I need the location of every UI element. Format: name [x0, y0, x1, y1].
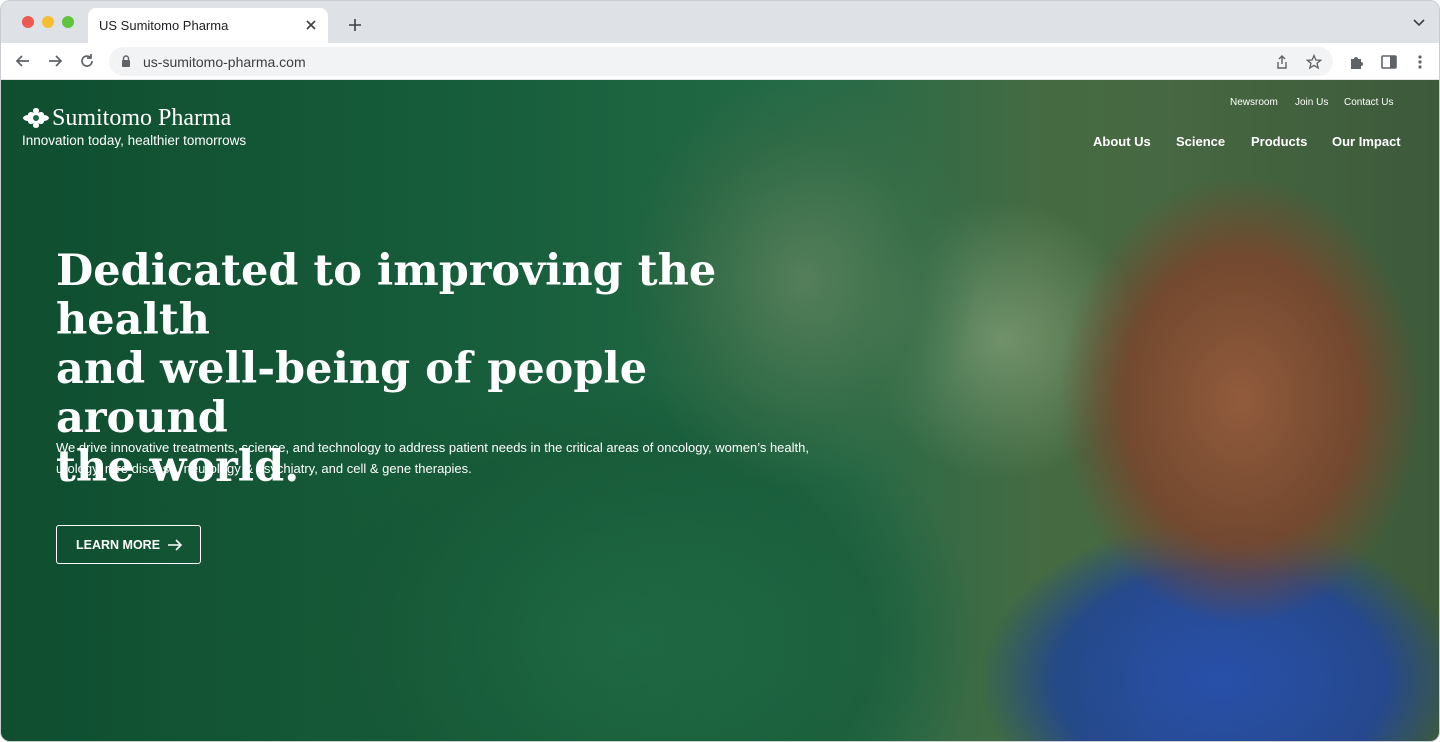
side-panel-icon[interactable]: [1380, 53, 1398, 71]
share-icon[interactable]: [1274, 54, 1290, 70]
logo-tagline: Innovation today, healthier tomorrows: [22, 133, 247, 148]
arrow-right-icon: [168, 539, 183, 551]
nav-science[interactable]: Science: [1176, 134, 1225, 149]
learn-more-label: LEARN MORE: [76, 538, 161, 552]
address-bar[interactable]: us-sumitomo-pharma.com: [109, 47, 1333, 76]
hero-title-line: Dedicated to improving the health: [56, 246, 717, 345]
hero-section: Sumitomo Pharma Innovation today, health…: [1, 80, 1439, 741]
browser-window: US Sumitomo Pharma us-sumitomo-pharma.co…: [0, 0, 1440, 742]
address-toolbar: us-sumitomo-pharma.com: [1, 43, 1439, 80]
nav-products[interactable]: Products: [1251, 134, 1307, 149]
nav-contact-us[interactable]: Contact Us: [1344, 97, 1393, 108]
kebab-menu-icon[interactable]: [1411, 53, 1429, 71]
tab-active[interactable]: US Sumitomo Pharma: [88, 8, 328, 43]
chevron-down-icon[interactable]: [1413, 19, 1425, 27]
logo-wordmark: Sumitomo Pharma: [52, 105, 232, 131]
sumitomo-logo-icon: [23, 108, 49, 128]
arrow-right-icon[interactable]: [46, 52, 64, 70]
nav-our-impact[interactable]: Our Impact: [1332, 134, 1401, 149]
nav-about-us[interactable]: About Us: [1093, 134, 1151, 149]
hero-description-line: urology, rare disease, neurology & psych…: [56, 461, 472, 476]
reload-icon[interactable]: [78, 52, 96, 70]
url-text: us-sumitomo-pharma.com: [143, 54, 306, 70]
learn-more-button[interactable]: LEARN MORE: [56, 525, 201, 564]
close-window-button[interactable]: [22, 16, 34, 28]
nav-newsroom[interactable]: Newsroom: [1230, 97, 1278, 108]
puzzle-icon[interactable]: [1348, 53, 1366, 71]
nav-join-us[interactable]: Join Us: [1295, 97, 1328, 108]
minimize-window-button[interactable]: [42, 16, 54, 28]
hero-description: We drive innovative treatments, science,…: [56, 437, 816, 479]
star-icon[interactable]: [1306, 54, 1322, 70]
arrow-left-icon[interactable]: [14, 52, 32, 70]
tab-strip: US Sumitomo Pharma: [1, 1, 1439, 43]
hero-title-line: and well-being of people around: [56, 344, 648, 443]
hero-description-line: We drive innovative treatments, science,…: [56, 440, 809, 455]
maximize-window-button[interactable]: [62, 16, 74, 28]
close-icon[interactable]: [304, 18, 318, 32]
tab-title: US Sumitomo Pharma: [99, 18, 229, 33]
plus-icon[interactable]: [347, 17, 363, 33]
lock-icon[interactable]: [121, 55, 131, 68]
